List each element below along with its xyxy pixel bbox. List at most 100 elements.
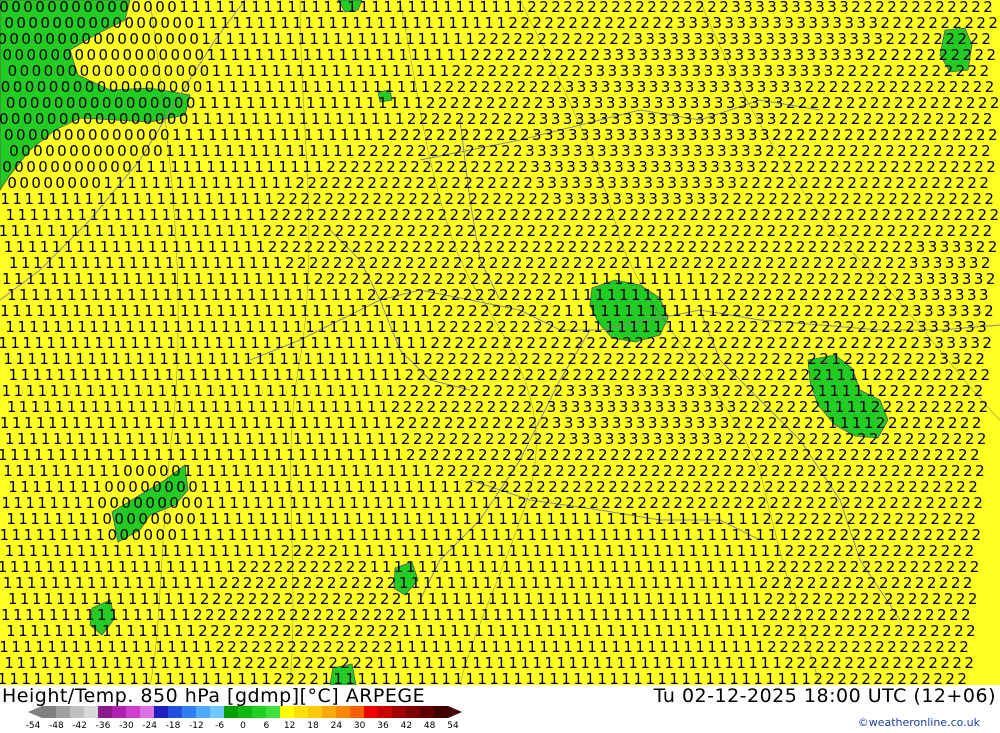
temperature-digit: 1: [57, 670, 67, 685]
temperature-digit: 1: [237, 670, 247, 685]
legend-swatch: [308, 706, 323, 718]
legend-tick-label: 42: [401, 721, 412, 731]
temperature-digit: 1: [693, 670, 703, 685]
temperature-digit: 1: [657, 670, 667, 685]
temperature-digit: 1: [261, 670, 271, 685]
temperature-digit: 1: [585, 670, 595, 685]
temperature-digit: 2: [945, 670, 955, 685]
legend-tick-label: 36: [377, 721, 388, 731]
temperature-digit: 1: [345, 670, 355, 685]
temperature-digit: 2: [273, 670, 283, 685]
temperature-digit: 1: [741, 670, 751, 685]
legend-tick-label: -30: [119, 721, 134, 731]
temperature-digit: 1: [153, 670, 163, 685]
temperature-digit: 2: [297, 670, 307, 685]
temperature-digit: 1: [177, 670, 187, 685]
temperature-digit: 1: [81, 670, 91, 685]
temperature-digit: 1: [477, 670, 487, 685]
temperature-digit: 1: [69, 670, 79, 685]
legend-tick-label: 48: [424, 721, 435, 731]
temperature-digit: 1: [321, 670, 331, 685]
temperature-digit: 2: [813, 670, 823, 685]
temperature-digit: 1: [129, 670, 139, 685]
temperature-digit: 1: [549, 670, 559, 685]
temperature-digit: 1: [597, 670, 607, 685]
weather-map: 0000000000000001111111111111111111111111…: [0, 0, 1000, 685]
legend-tick-label: 24: [331, 721, 342, 731]
temperature-digit: 1: [429, 670, 439, 685]
legend-swatch: [182, 706, 197, 718]
temperature-digit: 2: [849, 670, 859, 685]
legend-swatch: [336, 706, 351, 718]
legend-tick-label: -54: [26, 721, 41, 731]
legend-tick-label: -42: [72, 721, 87, 731]
legend-swatch: [168, 706, 183, 718]
temperature-digit: 2: [285, 670, 295, 685]
legend-tick-label: 6: [263, 721, 269, 731]
map-title: Height/Temp. 850 hPa [gdmp][°C] ARPEGE: [2, 685, 425, 707]
legend-swatch: [266, 706, 281, 718]
temperature-digit: 2: [861, 670, 871, 685]
temperature-digit: 1: [213, 670, 223, 685]
legend-swatch: [196, 706, 211, 718]
temperature-digit: 2: [957, 670, 967, 685]
legend-arrow-right: [448, 706, 462, 718]
temperature-digit: 2: [825, 670, 835, 685]
temperature-digit: 1: [33, 670, 43, 685]
legend-swatch: [84, 706, 99, 718]
temperature-digit: 1: [501, 670, 511, 685]
temperature-digit: 1: [705, 670, 715, 685]
legend-swatch: [350, 706, 365, 718]
credit-link[interactable]: ©weatheronline.co.uk: [858, 716, 980, 729]
temperature-digit: 2: [309, 670, 319, 685]
legend-swatch: [140, 706, 155, 718]
temperature-digit: 1: [561, 670, 571, 685]
legend-tick-label: -12: [189, 721, 204, 731]
color-legend-bar: [28, 706, 462, 718]
temperature-digit: 1: [513, 670, 523, 685]
map-datetime: Tu 02-12-2025 18:00 UTC (12+06): [654, 685, 996, 707]
temperature-digit: 2: [885, 670, 895, 685]
temperature-digit: 1: [753, 670, 763, 685]
temperature-digit: 1: [717, 670, 727, 685]
legend-ticks: -54 -48 -42 -36 -30 -24 -18 -12 -6 0 6 12 18 24 30 36 42…: [26, 721, 463, 733]
temperature-digit: 1: [765, 670, 775, 685]
legend-swatch: [224, 706, 239, 718]
temperature-digit: 1: [453, 670, 463, 685]
legend-swatch: [154, 706, 169, 718]
temperature-digit: 1: [525, 670, 535, 685]
legend-swatch: [294, 706, 309, 718]
temperature-digit: 1: [201, 670, 211, 685]
temperature-digit: 1: [189, 670, 199, 685]
legend-tick-label: -24: [142, 721, 157, 731]
map-canvas: 0000000000000001111111111111111111111111…: [0, 0, 1000, 685]
legend-tick-label: -18: [166, 721, 181, 731]
legend-swatch: [252, 706, 267, 718]
temperature-digit: 2: [873, 670, 883, 685]
temperature-digit: 1: [489, 670, 499, 685]
legend-tick-label: 12: [284, 721, 295, 731]
temperature-digit: 1: [93, 670, 103, 685]
temperature-digit: 1: [441, 670, 451, 685]
temperature-digit: 1: [165, 670, 175, 685]
legend-tick-label: -6: [215, 721, 224, 731]
temperature-digit: 1: [417, 670, 427, 685]
legend-swatch: [112, 706, 127, 718]
temperature-digit: 1: [405, 670, 415, 685]
temperature-digit: 1: [393, 670, 403, 685]
legend-swatch: [98, 706, 113, 718]
temperature-digit: 1: [801, 670, 811, 685]
temperature-digit: 1: [225, 670, 235, 685]
temperature-digit: 1: [249, 670, 259, 685]
map-footer: Height/Temp. 850 hPa [gdmp][°C] ARPEGE T…: [0, 685, 1000, 733]
legend-swatch: [420, 706, 435, 718]
legend-swatch: [434, 706, 449, 718]
temperature-digit: 1: [45, 670, 55, 685]
temperature-digit: 1: [621, 670, 631, 685]
temperature-digit: 1: [105, 670, 115, 685]
legend-swatch: [42, 706, 57, 718]
legend-tick-label: -48: [49, 721, 64, 731]
temperature-digit: 1: [537, 670, 547, 685]
legend-swatch: [378, 706, 393, 718]
legend-arrow-left: [28, 706, 42, 718]
